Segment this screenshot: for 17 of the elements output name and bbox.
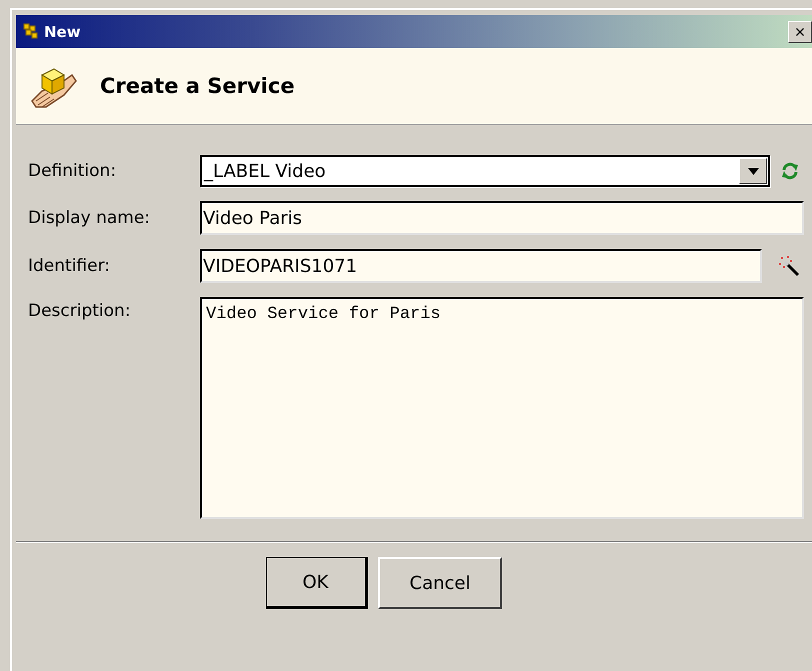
close-button[interactable]: × xyxy=(788,20,812,42)
definition-dropdown[interactable]: _LABEL Video xyxy=(200,155,770,187)
dialog-button[interactable]: OK xyxy=(266,557,368,609)
cubes-icon xyxy=(22,22,40,40)
dropdown-arrow-icon xyxy=(748,168,758,174)
magic-wand-icon[interactable] xyxy=(778,255,800,277)
refresh-icon[interactable] xyxy=(780,161,800,181)
field-label: Display name: xyxy=(28,208,152,228)
field-label: Identifier: xyxy=(28,256,112,276)
description-textarea[interactable]: Video Service for Paris xyxy=(200,297,804,519)
field-label: Definition: xyxy=(28,161,118,181)
field-label: Description: xyxy=(28,300,132,321)
input-field[interactable]: Video Paris xyxy=(200,201,804,235)
dialog-button[interactable]: Cancel xyxy=(378,557,502,609)
dialog-heading: Create a Service xyxy=(100,74,295,98)
input-field[interactable]: VIDEOPARIS1071 xyxy=(200,249,762,283)
window-title: New xyxy=(44,22,82,40)
